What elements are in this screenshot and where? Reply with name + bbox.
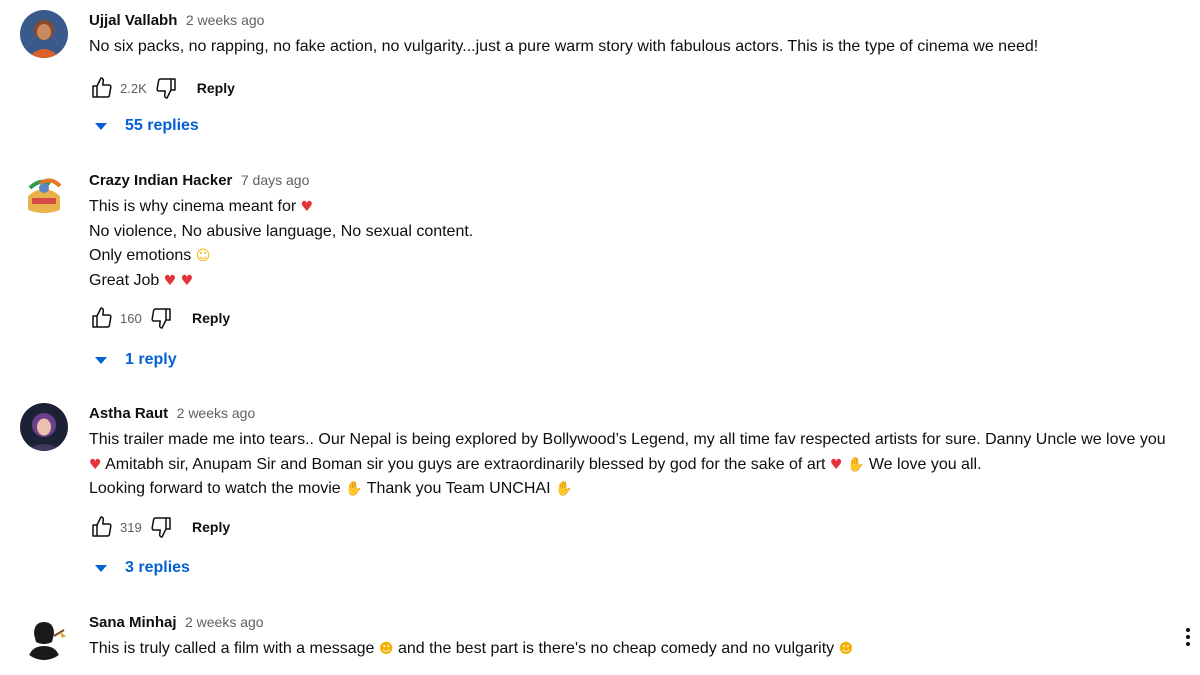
folded-hands-emoji: ✋ [554, 481, 573, 497]
red-heart-emoji: ♥ [829, 456, 843, 473]
like-count: 160 [120, 310, 142, 326]
thumbs-down-icon [156, 78, 176, 99]
comment-text-line: We love you all. [868, 455, 982, 473]
comment-author[interactable]: Sana Minhaj [89, 614, 177, 631]
comment-text: This trailer made me into tears.. Our Ne… [89, 428, 1190, 502]
comment-timestamp[interactable]: 2 weeks ago [186, 12, 265, 28]
comment-actions: 160 Reply [89, 304, 230, 332]
comment-text-line: Only emotions [89, 247, 192, 264]
like-button[interactable] [89, 514, 115, 540]
folded-hands-emoji: ✋ [345, 481, 363, 497]
comment-text-line: and the best part is there's no cheap co… [397, 640, 835, 657]
comment-text: This is why cinema meant for ♥ No violen… [89, 195, 1190, 293]
comment-actions: 2.2K Reply [89, 74, 235, 102]
comment-text-line: This is why cinema meant for [89, 198, 297, 215]
avatar[interactable] [20, 403, 68, 451]
comment-timestamp[interactable]: 2 weeks ago [177, 405, 256, 421]
like-button[interactable] [89, 75, 115, 101]
comment-text-line: No violence, No abusive language, No sex… [89, 222, 474, 240]
thumbs-up-icon [92, 516, 112, 537]
comment-text-line: No six packs, no rapping, no fake action… [89, 38, 1039, 55]
view-replies-button[interactable]: 1 reply [95, 351, 177, 369]
smiling-face-with-hearts-emoji: ☻ [838, 641, 854, 657]
comment-timestamp[interactable]: 7 days ago [241, 172, 310, 188]
comment-author[interactable]: Crazy Indian Hacker [89, 172, 232, 189]
replies-count-label: 55 replies [125, 117, 199, 134]
reply-button[interactable]: Reply [192, 310, 230, 326]
comment-author[interactable]: Astha Raut [89, 405, 168, 422]
red-heart-emoji: ♥ [89, 456, 102, 473]
comment-thread: Astha Raut 2 weeks ago This trailer made… [20, 403, 1190, 583]
caret-down-icon [95, 122, 107, 130]
comment-thread: Crazy Indian Hacker 7 days ago This is w… [20, 170, 1190, 375]
comment-text-line: Thank you Team UNCHAI [366, 480, 551, 497]
like-count: 319 [120, 519, 142, 535]
view-replies-button[interactable]: 55 replies [95, 117, 199, 135]
replies-count-label: 3 replies [125, 559, 190, 576]
comment-text-line: Looking forward to watch the movie [89, 480, 341, 497]
comment-timestamp[interactable]: 2 weeks ago [185, 614, 264, 630]
comment-text-line: Amitabh sir, Anupam Sir and Boman sir yo… [105, 455, 826, 473]
dislike-button[interactable] [148, 514, 174, 540]
heart-eyes-emoji: ☻ [378, 641, 394, 657]
red-heart-emoji: ♥ [180, 272, 194, 289]
like-button[interactable] [89, 305, 115, 331]
like-count: 2.2K [120, 80, 147, 96]
replies-count-label: 1 reply [125, 351, 177, 368]
comment-text-line: Great Job [89, 271, 160, 289]
avatar[interactable] [20, 10, 68, 58]
thumbs-up-icon [92, 77, 112, 98]
red-heart-emoji: ♥ [163, 272, 177, 289]
caret-down-icon [95, 564, 107, 572]
comment-text-line: This trailer made me into tears.. Our Ne… [89, 431, 1166, 448]
reply-button[interactable]: Reply [192, 519, 230, 535]
comment-thread: Sana Minhaj 2 weeks ago This is truly ca… [20, 612, 1190, 672]
comment-author[interactable]: Ujjal Vallabh [89, 12, 177, 29]
folded-hands-emoji: ✋ [846, 456, 865, 473]
comment-actions: 319 Reply [89, 513, 230, 541]
thumbs-down-icon [151, 517, 171, 538]
avatar[interactable] [20, 170, 68, 218]
comment-thread: Ujjal Vallabh 2 weeks ago No six packs, … [20, 10, 1190, 140]
thumbs-down-icon [151, 308, 171, 329]
avatar[interactable] [20, 612, 68, 660]
comment-text: This is truly called a film with a messa… [89, 637, 1190, 662]
dislike-button[interactable] [153, 75, 179, 101]
caret-down-icon [95, 356, 107, 364]
comment-text: No six packs, no rapping, no fake action… [89, 35, 1190, 60]
more-vert-icon[interactable] [1180, 625, 1196, 649]
view-replies-button[interactable]: 3 replies [95, 559, 190, 577]
reply-button[interactable]: Reply [197, 80, 235, 96]
comment-text-line: This is truly called a film with a messa… [89, 640, 375, 657]
smiling-face-emoji: ☺ [195, 248, 211, 264]
dislike-button[interactable] [148, 305, 174, 331]
thumbs-up-icon [92, 307, 112, 328]
red-heart-emoji: ♥ [300, 199, 314, 215]
